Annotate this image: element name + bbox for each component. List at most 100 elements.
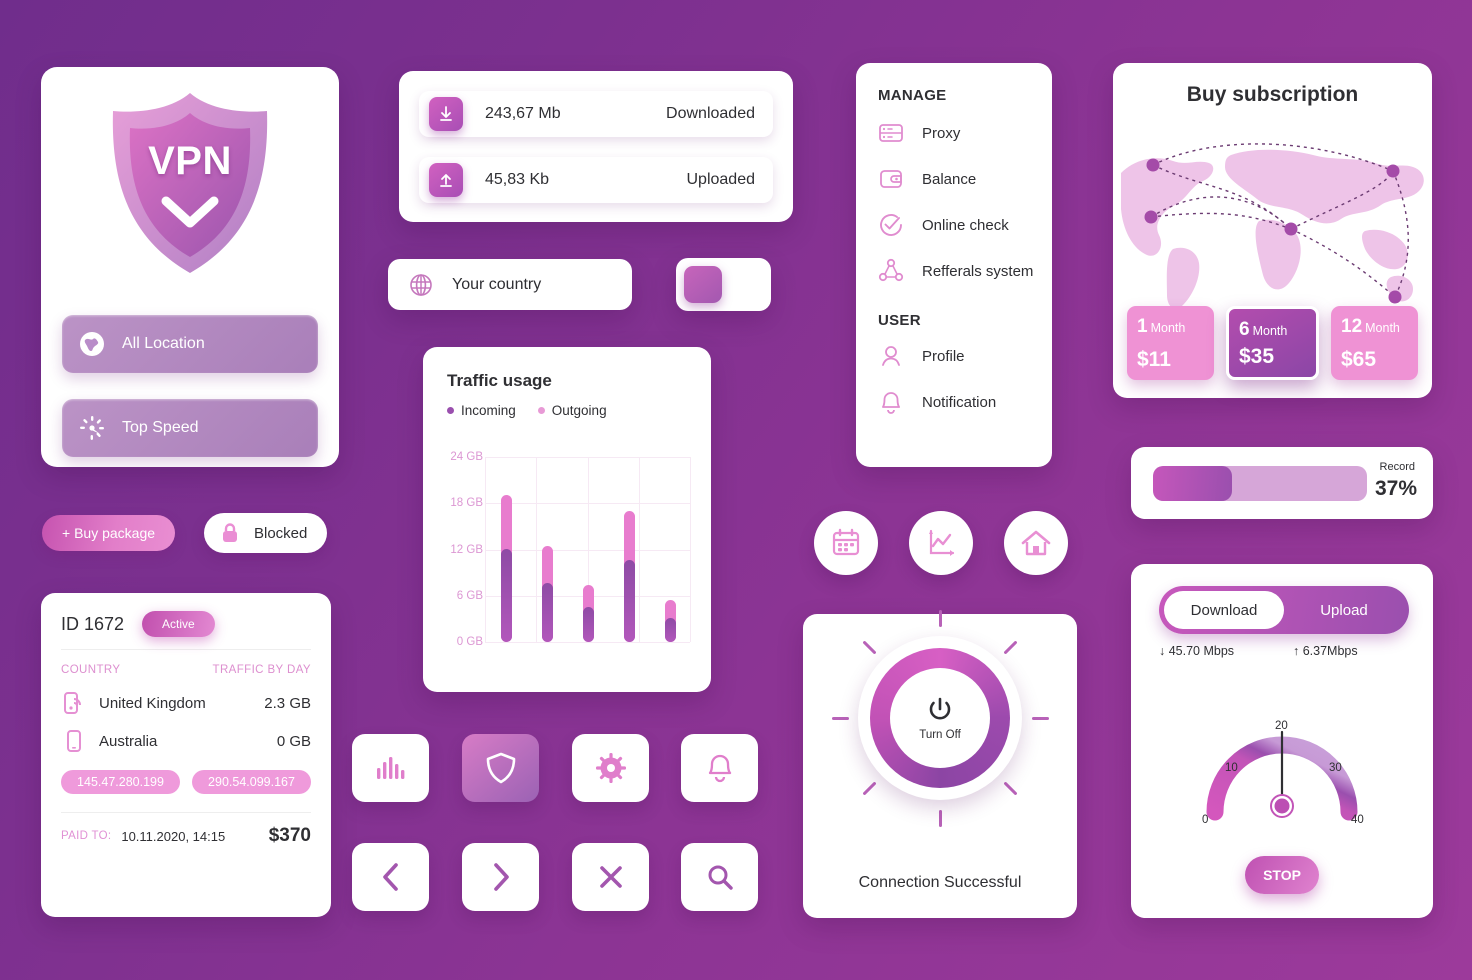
server-icon (879, 124, 903, 142)
wallet-icon (880, 170, 902, 188)
chart-gridline-v (485, 457, 486, 642)
chart-y-tick: 12 GB (450, 543, 483, 556)
country-select-label: Your country (452, 275, 542, 293)
shield-icon (486, 752, 515, 784)
table-header: COUNTRY TRAFFIC BY DAY (41, 650, 331, 684)
legend-outgoing: Outgoing (537, 403, 607, 418)
chart-title: Traffic usage (447, 371, 552, 390)
ip-chip[interactable]: 145.47.280.199 (61, 770, 180, 794)
bar-chart-icon (376, 757, 404, 779)
gauge-graphic (1206, 730, 1358, 821)
legend-incoming-label: Incoming (461, 403, 516, 418)
record-progress-card: Record 37% (1131, 447, 1433, 519)
plan-6-month[interactable]: 6 Month $35 (1226, 306, 1319, 380)
chart-bar-incoming (542, 583, 553, 642)
account-id: ID 1672 (61, 613, 125, 634)
speedometer-icon (80, 416, 104, 440)
blocked-button[interactable]: Blocked (204, 513, 328, 553)
downloaded-label: Downloaded (666, 105, 755, 122)
mobile-icon (67, 730, 81, 752)
plan-price: $65 (1341, 348, 1377, 371)
menu-item-profile[interactable]: Profile (856, 333, 1052, 379)
section-user-title: USER (878, 312, 921, 329)
calendar-icon (832, 528, 860, 556)
blocked-label: Blocked (254, 524, 308, 542)
chart-gridline-v (690, 457, 691, 642)
power-ray (1003, 781, 1018, 796)
plan-12-month[interactable]: 12 Month $65 (1331, 306, 1418, 380)
power-ring: Turn Off (870, 648, 1010, 788)
bell-icon (882, 392, 900, 414)
menu-item-notification[interactable]: Notification (856, 379, 1052, 425)
menu-item-balance[interactable]: Balance (856, 156, 1052, 202)
power-icon (929, 697, 951, 719)
connection-status: Connection Successful (858, 874, 1022, 891)
table-row: Australia 0 GB (41, 722, 331, 760)
menu-item-proxy[interactable]: Proxy (856, 110, 1052, 156)
chart-y-tick: 6 GB (456, 589, 483, 602)
chart-bar (583, 457, 594, 642)
paid-amount: $370 (268, 825, 311, 846)
power-ray (938, 609, 942, 627)
plan-duration: 12 Month (1341, 316, 1400, 338)
tab-upload[interactable]: Upload (1284, 591, 1404, 629)
forward-button[interactable] (462, 843, 539, 911)
plan-price: $35 (1239, 345, 1275, 368)
close-button[interactable] (572, 843, 649, 911)
analytics-button[interactable] (909, 511, 973, 575)
all-location-label: All Location (122, 335, 205, 352)
menu-item-online-check[interactable]: Online check (856, 202, 1052, 248)
plan-duration: 1 Month (1137, 316, 1185, 338)
toggle-switch[interactable] (676, 258, 771, 311)
plan-1-month[interactable]: 1 Month $11 (1127, 306, 1214, 380)
plan-count: 12 (1341, 316, 1363, 337)
country-select[interactable]: Your country (388, 259, 632, 310)
top-speed-button[interactable]: Top Speed (62, 399, 318, 457)
id-header-row: ID 1672 Active (41, 593, 331, 649)
top-speed-label: Top Speed (122, 419, 199, 436)
bell-icon (708, 754, 731, 783)
uploaded-value: 45,83 Kb (485, 171, 550, 188)
search-button[interactable] (681, 843, 758, 911)
menu-item-label: Profile (922, 347, 965, 365)
back-button[interactable] (352, 843, 429, 911)
uploaded-label: Uploaded (686, 171, 756, 188)
home-button[interactable] (1004, 511, 1068, 575)
menu-item-label: Online check (922, 216, 1009, 234)
shield-button[interactable] (462, 734, 539, 802)
gear-icon (595, 753, 626, 783)
power-button[interactable]: Turn Off (890, 668, 990, 768)
chart-y-axis: 0 GB 6 GB 12 GB 18 GB 24 GB (433, 451, 483, 648)
chart-y-tick: 0 GB (456, 636, 483, 648)
settings-button[interactable] (572, 734, 649, 802)
progress-track[interactable] (1153, 466, 1367, 501)
table-row: United Kingdom 2.3 GB (41, 684, 331, 722)
check-chevron-icon (161, 196, 219, 228)
check-circle-icon (880, 214, 902, 236)
calendar-button[interactable] (814, 511, 878, 575)
menu-item-referrals[interactable]: Refferals system (856, 248, 1052, 294)
subscription-title: Buy subscription (1186, 83, 1359, 106)
gauge-tick-30: 30 (1329, 762, 1342, 774)
buy-package-button[interactable]: + Buy package (42, 515, 176, 551)
downloaded-value: 243,67 Mb (485, 105, 561, 122)
world-map-graphic (1121, 143, 1424, 309)
all-location-button[interactable]: All Location (62, 315, 318, 373)
chart-bar-incoming (624, 560, 635, 642)
power-ray (862, 781, 877, 796)
speed-tab-group[interactable]: Download Upload (1159, 586, 1409, 634)
country-traffic: 0 GB (276, 732, 311, 750)
chart-y-tick: 24 GB (450, 451, 483, 463)
chart-gridline-v (638, 457, 640, 642)
stop-button[interactable]: STOP (1245, 856, 1319, 894)
tab-download[interactable]: Download (1164, 591, 1284, 629)
manage-menu-card: MANAGE Proxy Balance Online check Reffer… (856, 63, 1052, 467)
notification-button[interactable] (681, 734, 758, 802)
bar-chart-button[interactable] (352, 734, 429, 802)
speed-gauge: 10 20 30 0 40 (1177, 684, 1387, 834)
chart-bar (542, 457, 553, 642)
ip-chip[interactable]: 290.54.099.167 (192, 770, 311, 794)
toggle-knob[interactable] (684, 266, 722, 303)
column-country: COUNTRY (61, 664, 121, 676)
plan-count: 6 (1239, 319, 1250, 340)
